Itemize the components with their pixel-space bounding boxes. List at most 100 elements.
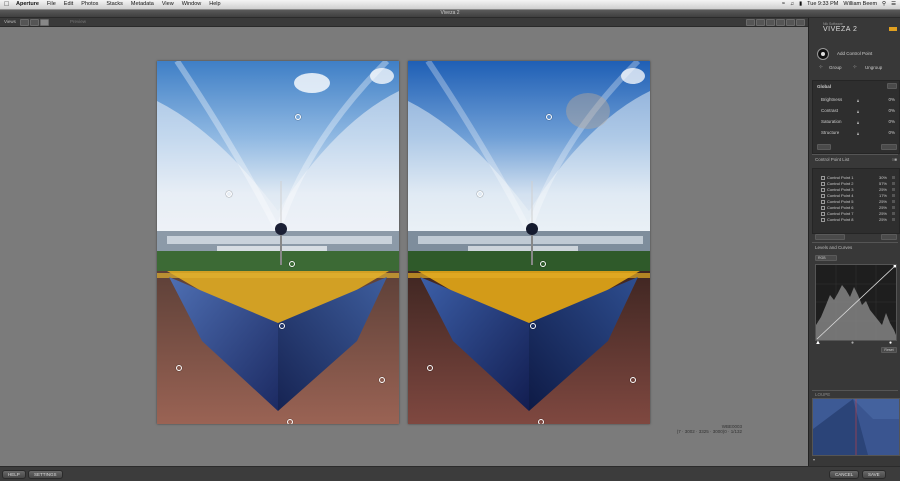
photo-before[interactable] xyxy=(157,61,399,424)
menu-view[interactable]: View xyxy=(162,0,174,9)
wifi-icon[interactable]: ≈ xyxy=(782,0,785,9)
cancel-button[interactable]: CANCEL xyxy=(829,470,860,479)
add-control-point-icon[interactable] xyxy=(817,48,829,60)
clock[interactable]: Tue 9:33 PM xyxy=(807,0,838,9)
list-item[interactable]: Control Point 8 25% xyxy=(821,217,895,222)
color-swatch[interactable] xyxy=(892,212,895,215)
menu-help[interactable]: Help xyxy=(209,0,220,9)
color-swatch[interactable] xyxy=(892,182,895,185)
control-point-marker[interactable] xyxy=(176,365,182,371)
list-item[interactable]: Control Point 5 25% xyxy=(821,199,895,204)
control-point-marker[interactable] xyxy=(379,377,385,383)
slider-contrast[interactable]: Contrast 0% xyxy=(821,108,895,114)
volume-icon[interactable]: ♫ xyxy=(790,0,794,9)
control-point-list-options-icon[interactable]: ○■ xyxy=(892,157,897,162)
list-item[interactable]: Control Point 7 25% xyxy=(821,211,895,216)
channel-dropdown[interactable]: RGB xyxy=(815,255,837,261)
color-swatch[interactable] xyxy=(892,200,895,203)
user-name[interactable]: William Beem xyxy=(843,0,877,9)
global-mode-dropdown[interactable] xyxy=(817,144,831,150)
apple-icon[interactable]:  xyxy=(4,0,12,9)
black-point-handle[interactable]: ▲ xyxy=(815,340,821,346)
checkbox[interactable] xyxy=(821,176,825,180)
control-point-marker[interactable] xyxy=(295,114,301,120)
menu-metadata[interactable]: Metadata xyxy=(131,0,154,9)
battery-icon[interactable]: ▮ xyxy=(799,0,802,9)
list-item[interactable]: Control Point 6 25% xyxy=(821,205,895,210)
settings-button[interactable]: SETTINGS xyxy=(28,470,63,479)
control-point-marker[interactable] xyxy=(477,191,483,197)
loupe-toggle-button[interactable] xyxy=(776,19,785,26)
control-point-marker[interactable] xyxy=(546,114,552,120)
ungroup-button[interactable]: Ungroup xyxy=(865,65,882,70)
single-view-button[interactable] xyxy=(20,19,29,26)
slider-structure[interactable]: Structure 0% xyxy=(821,130,895,136)
control-point-marker[interactable] xyxy=(538,419,544,424)
slider-contrast-handle[interactable] xyxy=(857,110,859,113)
color-swatch[interactable] xyxy=(892,176,895,179)
color-swatch[interactable] xyxy=(892,194,895,197)
add-control-point-label[interactable]: Add Control Point xyxy=(837,51,872,56)
slider-structure-handle[interactable] xyxy=(857,132,859,135)
group-button[interactable]: Group xyxy=(829,65,842,70)
control-point-marker[interactable] xyxy=(530,323,536,329)
background-button[interactable] xyxy=(766,19,775,26)
white-point-handle[interactable]: ● xyxy=(889,340,892,346)
list-item[interactable]: Control Point 2 57% xyxy=(821,181,895,186)
fullscreen-button[interactable] xyxy=(796,19,805,26)
checkbox[interactable] xyxy=(821,212,825,216)
zoom-fit-button[interactable] xyxy=(746,19,755,26)
control-point-list: Control Point 1 30% Control Point 2 57% … xyxy=(812,168,900,234)
checkbox[interactable] xyxy=(821,218,825,222)
save-button[interactable]: SAVE xyxy=(862,470,886,479)
list-item[interactable]: Control Point 3 25% xyxy=(821,187,895,192)
control-point-action-button[interactable] xyxy=(815,234,845,240)
list-item[interactable]: Control Point 4 17% xyxy=(821,193,895,198)
loupe-view[interactable] xyxy=(812,398,900,456)
control-point-marker[interactable] xyxy=(287,419,293,424)
global-reset-button[interactable] xyxy=(881,144,897,150)
loupe-arrow-icon[interactable]: ▾ xyxy=(813,457,815,462)
checkbox[interactable] xyxy=(821,188,825,192)
photo-after[interactable] xyxy=(408,61,650,424)
control-point-marker[interactable] xyxy=(540,261,546,267)
slider-saturation[interactable]: Saturation 0% xyxy=(821,119,895,125)
split-view-button[interactable] xyxy=(30,19,39,26)
color-swatch[interactable] xyxy=(892,206,895,209)
global-options-button[interactable] xyxy=(887,83,897,89)
control-point-delete-button[interactable] xyxy=(881,234,897,240)
midpoint-handle[interactable]: ● xyxy=(851,340,854,346)
help-button[interactable]: HELP xyxy=(2,470,26,479)
curves-reset-button[interactable]: Reset xyxy=(881,347,897,353)
menu-file[interactable]: File xyxy=(47,0,56,9)
slider-saturation-handle[interactable] xyxy=(857,121,859,124)
side-by-side-view-button[interactable] xyxy=(40,19,49,26)
checkbox[interactable] xyxy=(821,194,825,198)
spotlight-search-icon[interactable]: ⚲ xyxy=(882,0,886,9)
group-icon[interactable]: ⊹ xyxy=(819,64,823,70)
checkbox[interactable] xyxy=(821,182,825,186)
list-item[interactable]: Control Point 1 30% xyxy=(821,175,895,180)
color-swatch[interactable] xyxy=(892,218,895,221)
control-point-marker[interactable] xyxy=(630,377,636,383)
menu-stacks[interactable]: Stacks xyxy=(106,0,123,9)
slider-brightness[interactable]: Brightness 0% xyxy=(821,97,895,103)
checkbox[interactable] xyxy=(821,200,825,204)
menu-app[interactable]: Aperture xyxy=(16,0,39,9)
list-icon[interactable]: ☰ xyxy=(891,0,896,9)
control-point-marker[interactable] xyxy=(279,323,285,329)
zoom-100-button[interactable] xyxy=(756,19,765,26)
menu-edit[interactable]: Edit xyxy=(64,0,73,9)
image-canvas[interactable] xyxy=(0,27,808,465)
control-point-marker[interactable] xyxy=(427,365,433,371)
control-point-marker[interactable] xyxy=(289,261,295,267)
ungroup-icon[interactable]: ⊹ xyxy=(853,64,857,70)
control-point-marker[interactable] xyxy=(226,191,232,197)
color-swatch[interactable] xyxy=(892,188,895,191)
menu-window[interactable]: Window xyxy=(182,0,202,9)
checkbox[interactable] xyxy=(821,206,825,210)
slider-brightness-handle[interactable] xyxy=(857,99,859,102)
curves-graph[interactable] xyxy=(815,264,897,341)
menu-photos[interactable]: Photos xyxy=(81,0,98,9)
histogram-toggle-button[interactable] xyxy=(786,19,795,26)
